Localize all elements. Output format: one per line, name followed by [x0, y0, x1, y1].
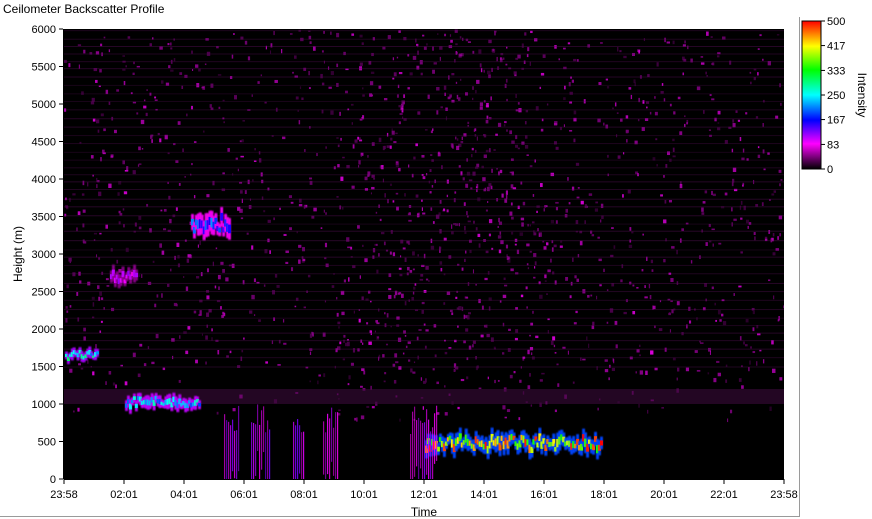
colorbar-tick-label: 500	[827, 17, 845, 28]
y-tick-label: 2500	[32, 287, 56, 299]
x-tick-label: 10:01	[350, 489, 378, 501]
colorbar-title: Intensity	[855, 73, 869, 118]
y-tick-label: 3500	[32, 212, 56, 224]
x-tick-label: 02:01	[110, 489, 138, 501]
x-tick-label: 22:01	[710, 489, 738, 501]
colorbar-tick-label: 250	[827, 90, 845, 102]
y-tick-label: 1000	[32, 399, 56, 411]
y-tick-label: 3000	[32, 249, 56, 261]
colorbar-gradient	[801, 20, 822, 170]
x-axis-title: Time	[411, 505, 438, 519]
x-tick-label: 14:01	[470, 489, 498, 501]
x-tick-label: 08:01	[290, 489, 318, 501]
x-tick-label: 04:01	[170, 489, 198, 501]
chart-frame: 0 500 1000 1500 2000 2500 3000 3500 4000 4500 5000…	[0, 17, 869, 519]
y-tick-label: 1500	[32, 362, 56, 374]
x-axis-ticks: 23:58 02:01 04:01 06:01 08:01 10:01 12:01 14:01…	[50, 479, 798, 501]
x-tick-label: 12:01	[410, 489, 438, 501]
colorbar: 500 417 333 250 167 83 0 Intensity	[801, 17, 869, 176]
y-tick-label: 5000	[32, 99, 56, 111]
colorbar-tick-label: 333	[827, 65, 845, 77]
y-tick-label: 500	[38, 437, 56, 449]
colorbar-tick-label: 417	[827, 41, 845, 53]
x-tick-label: 23:58	[770, 489, 798, 501]
y-tick-label: 4500	[32, 137, 56, 149]
x-tick-label: 20:01	[650, 489, 678, 501]
y-tick-label: 4000	[32, 174, 56, 186]
window-title: Ceilometer Backscatter Profile	[3, 2, 165, 16]
colorbar-tick-label: 83	[827, 139, 839, 151]
y-axis-ticks: 0 500 1000 1500 2000 2500 3000 3500 4000 4500 5000…	[32, 24, 63, 486]
y-tick-label: 6000	[32, 24, 56, 36]
chart-svg: 0500100015002000250030003500400045005000…	[11, 17, 869, 519]
x-tick-label: 06:01	[230, 489, 258, 501]
colorbar-ticks: 500 417 333 250 167 83 0	[821, 17, 845, 176]
x-tick-label: 16:01	[530, 489, 558, 501]
y-tick-label: 2000	[32, 324, 56, 336]
x-tick-label: 23:58	[50, 489, 78, 501]
y-tick-label: 5500	[32, 62, 56, 74]
y-tick-label: 0	[50, 474, 56, 486]
x-tick-label: 18:01	[590, 489, 618, 501]
colorbar-tick-label: 0	[827, 164, 833, 176]
colorbar-tick-label: 167	[827, 115, 845, 127]
y-axis-title: Height (m)	[11, 226, 25, 282]
